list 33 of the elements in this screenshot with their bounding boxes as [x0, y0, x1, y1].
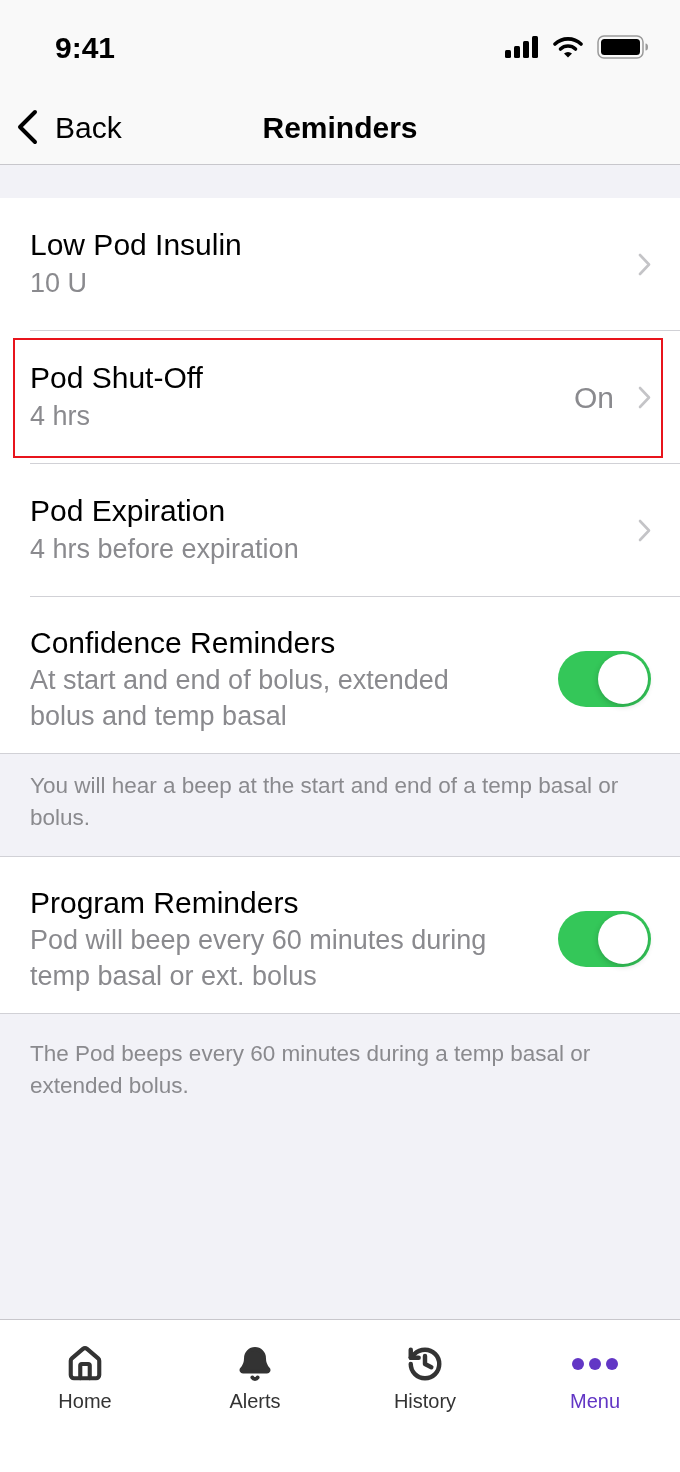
home-icon — [66, 1345, 104, 1383]
status-time: 9:41 — [55, 29, 116, 66]
page-title: Reminders — [262, 109, 418, 146]
row-title: Pod Expiration — [30, 493, 227, 529]
group-footer-text: The Pod beeps every 60 minutes during a temp basal or extended bolus. — [30, 1040, 592, 1100]
toggle-switch[interactable] — [558, 651, 651, 707]
wifi-icon — [553, 36, 583, 58]
battery-icon — [597, 35, 648, 59]
chevron-right-icon — [638, 252, 651, 276]
history-icon — [406, 1345, 444, 1383]
tab-item[interactable]: History — [340, 1344, 510, 1416]
bell-icon — [237, 1346, 273, 1382]
tab-item[interactable]: Home — [0, 1344, 170, 1416]
row-title: Pod Shut-Off — [30, 360, 204, 396]
row-title: Program Reminders — [30, 885, 300, 921]
row-subtitle: At start and end of bolus, extended bolus and temp basal — [30, 664, 450, 733]
row-title: Confidence Reminders — [30, 625, 337, 661]
row-subtitle: Pod will beep every 60 minutes during temp basal or ext. bolus — [30, 924, 488, 993]
chevron-right-icon — [638, 518, 651, 542]
more-dots-icon — [572, 1357, 618, 1371]
chevron-left-icon — [15, 109, 39, 145]
row-subtitle: 10 U — [30, 267, 89, 300]
row-subtitle: 4 hrs — [30, 400, 92, 433]
group-footer-text: You will hear a beep at the start and end of a temp basal or bolus. — [30, 772, 620, 832]
row-value: On — [573, 379, 614, 416]
row-title: Low Pod Insulin — [30, 227, 243, 263]
toggle-switch[interactable] — [558, 911, 651, 967]
tab-item[interactable]: Menu — [510, 1344, 680, 1416]
back-button[interactable]: Back — [0, 104, 122, 150]
row-subtitle: 4 hrs before expiration — [30, 533, 300, 566]
tab-item[interactable]: Alerts — [170, 1344, 340, 1416]
signal-icon — [505, 36, 539, 58]
chevron-right-icon — [638, 385, 651, 409]
